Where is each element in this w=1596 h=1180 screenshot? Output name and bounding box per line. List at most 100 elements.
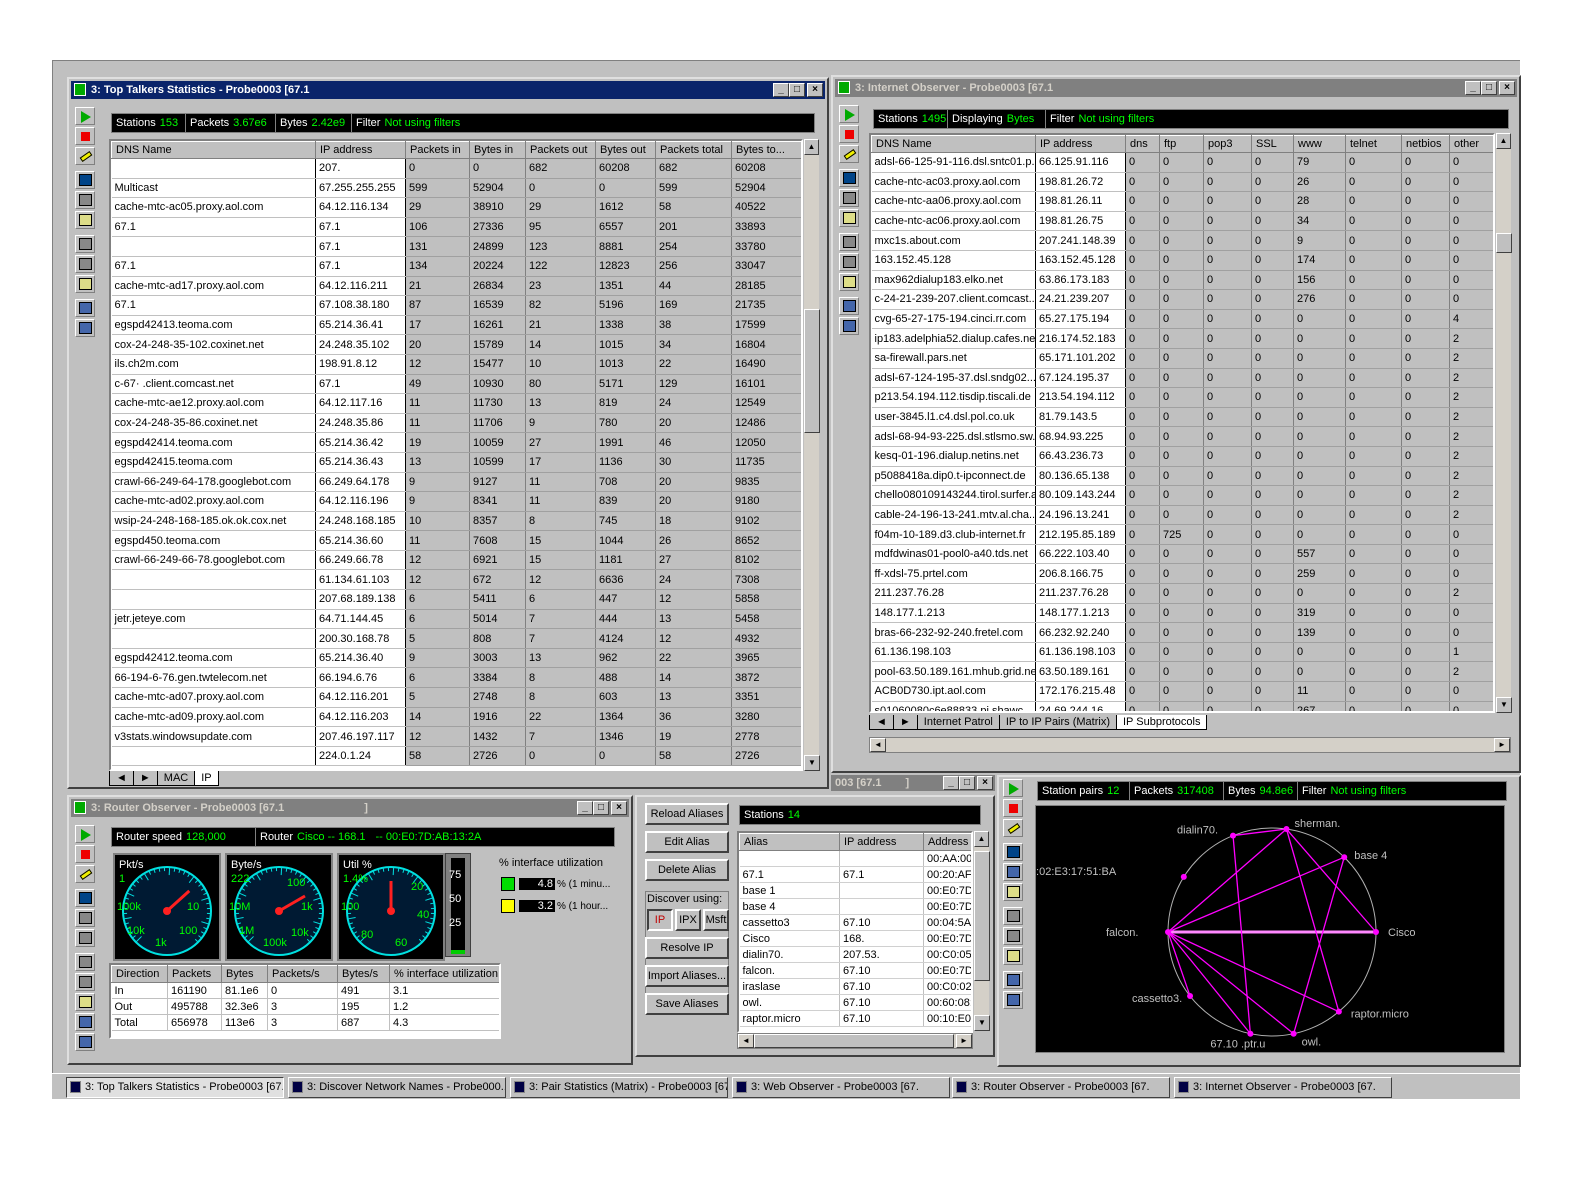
internet-observer-window[interactable]: 3: Internet Observer - Probe0003 [67.1 _… (831, 75, 1521, 773)
column-header[interactable]: telnet (1345, 135, 1402, 153)
maximize-button[interactable]: □ (593, 801, 609, 815)
export-icon[interactable] (75, 1033, 95, 1051)
zoom-icon[interactable] (1003, 907, 1023, 925)
column-header[interactable]: IP address (315, 141, 406, 159)
scroll-down-arrow[interactable]: ▼ (974, 1015, 990, 1031)
delete-alias-button[interactable]: Delete Alias (645, 859, 729, 881)
scroll-thumb[interactable] (804, 309, 820, 433)
column-header[interactable]: www (1293, 135, 1346, 153)
view-tabs[interactable]: ◄ ► MAC IP (109, 771, 219, 787)
start-icon[interactable] (75, 107, 95, 125)
table-row[interactable]: 200.30.168.78 5 808 7 4124 12 4932 (111, 628, 801, 649)
zoom-icon[interactable] (839, 233, 859, 251)
column-header[interactable]: pop3 (1203, 135, 1252, 153)
alias-table[interactable]: Alias IP address Address 00:AA:00 67.1 67.1 00… (737, 831, 973, 1033)
table-row[interactable]: iraslase 67.10 00:C0:02 (739, 978, 971, 995)
table-row[interactable]: 67.1 67.108.38.180 87 16539 82 5196 169 21735 (111, 295, 801, 316)
pair-link[interactable] (1167, 931, 1295, 1035)
filter-icon[interactable] (75, 299, 95, 317)
print-icon[interactable] (1003, 927, 1023, 945)
table-row[interactable]: cache-mtc-ad07.proxy.aol.com 64.12.116.20… (111, 687, 801, 708)
behind-window-title[interactable]: 003 [67.1] _ □ × (831, 775, 995, 791)
pair-link[interactable] (1167, 856, 1345, 933)
column-header[interactable]: ftp (1159, 135, 1204, 153)
pair-node[interactable] (1290, 1030, 1297, 1037)
matrix-icon[interactable] (1003, 863, 1023, 881)
table-row[interactable]: egspd42415.teoma.com 65.214.36.43 13 10599 1… (111, 452, 801, 473)
discover-ip-button[interactable]: IP (647, 909, 673, 931)
column-header[interactable]: Address (923, 833, 971, 851)
table-row[interactable]: 224.0.1.24 58 2726 0 0 58 2726 (111, 746, 801, 767)
router-stats-table[interactable]: Direction Packets Bytes Packets/s Bytes/s% i… (109, 963, 501, 1039)
import-aliases-button[interactable]: Import Aliases... (645, 965, 729, 987)
table-row[interactable]: cox-24-248-35-86.coxinet.net 24.248.35.86… (111, 413, 801, 434)
internet-observer-table[interactable]: DNS Name IP address dns ftp pop3 SSL www telnet… (869, 133, 1495, 713)
list-icon[interactable] (75, 929, 95, 947)
pair-node[interactable] (1230, 832, 1237, 839)
router-observer-window[interactable]: 3: Router Observer - Probe0003 [67.1] _ □… (67, 795, 633, 1065)
column-header[interactable]: Bytes (221, 965, 268, 983)
list-icon[interactable] (75, 211, 95, 229)
pair-link[interactable] (1167, 931, 1251, 1035)
table-row[interactable]: s01060080c6e88833.pi.shawc... 24.69.244.1… (871, 701, 1493, 711)
table-row[interactable]: base 4 00:E0:7D (739, 898, 971, 915)
table-row[interactable]: cvg-65-27-175-194.cinci.rr.com 65.27.175.… (871, 309, 1493, 330)
discover-msft-button[interactable]: Msft (703, 909, 729, 931)
scroll-left-arrow[interactable]: ◄ (738, 1034, 754, 1048)
copy-icon[interactable] (1003, 947, 1023, 965)
table-row[interactable]: cache-mtc-ad02.proxy.aol.com 64.12.116.19… (111, 491, 801, 512)
minimize-button[interactable]: _ (943, 776, 959, 790)
pair-matrix-graph[interactable]: sherman. base 4 Cisco raptor.micro owl. 67.10… (1024, 805, 1505, 1053)
table-row[interactable]: 67.1 67.1 134 20224 122 12823 256 33047 (111, 256, 801, 277)
reload-aliases-button[interactable]: Reload Aliases (645, 803, 729, 825)
minimize-button[interactable]: _ (577, 801, 593, 815)
horizontal-scrollbar[interactable]: ◄ ► (737, 1033, 973, 1049)
table-row[interactable]: chello080109143244.tirol.surfer.at 80.109… (871, 485, 1493, 506)
tab-scroll-right[interactable]: ► (132, 771, 158, 786)
column-header[interactable]: Packets in (405, 141, 470, 159)
pair-statistics-window[interactable]: Station pairs 12 Packets 317408 Bytes 94.8e6 F… (997, 775, 1521, 1067)
export-icon[interactable] (839, 317, 859, 335)
table-row[interactable]: ip183.adelphia52.dialup.cafes.net 216.174… (871, 328, 1493, 349)
graph-icon[interactable] (75, 171, 95, 189)
table-row[interactable]: 148.177.1.213 148.177.1.213 0 0 0 0 319 0 0 0 (871, 603, 1493, 624)
print-icon[interactable] (75, 973, 95, 991)
table-row[interactable]: crawl-66-249-66-78.googlebot.com 66.249.6… (111, 550, 801, 571)
table-row[interactable]: cache-ntc-ac03.proxy.aol.com 198.81.26.72… (871, 172, 1493, 193)
column-header[interactable]: Direction (111, 965, 168, 983)
table-row[interactable]: In 161190 81.1e6 0 491 3.1 (111, 982, 499, 999)
start-icon[interactable] (1003, 779, 1023, 797)
pair-node[interactable] (1247, 1030, 1254, 1037)
table-row[interactable]: ACB0D730.ipt.aol.com 172.176.215.48 0 0 0 0 11… (871, 681, 1493, 702)
table-row[interactable]: egspd42414.teoma.com 65.214.36.42 19 10059 2… (111, 432, 801, 453)
table-row[interactable]: 207. 0 0 682 60208 682 60208 (111, 158, 801, 179)
pair-link[interactable] (1285, 828, 1340, 1012)
pair-node[interactable] (1180, 873, 1187, 880)
taskbar-item[interactable]: 3: Router Observer - Probe0003 [67. (952, 1077, 1170, 1098)
close-button[interactable]: × (1499, 81, 1515, 95)
column-header[interactable]: Bytes to... (731, 141, 801, 159)
resolve-ip-button[interactable]: Resolve IP (645, 937, 729, 959)
filter-icon[interactable] (839, 297, 859, 315)
pair-node[interactable] (1165, 929, 1171, 935)
table-row[interactable]: cache-ntc-ac06.proxy.aol.com 198.81.26.75… (871, 211, 1493, 232)
tab-scroll-right[interactable]: ► (892, 715, 918, 730)
export-icon[interactable] (75, 319, 95, 337)
table-row[interactable]: base 1 00:E0:7D (739, 882, 971, 899)
column-header[interactable]: dns (1125, 135, 1160, 153)
table-row[interactable]: wsip-24-248-168-185.ok.ok.cox.net 24.248.… (111, 511, 801, 532)
clear-icon[interactable] (1003, 819, 1023, 837)
taskbar-item[interactable]: 3: Pair Statistics (Matrix) - Probe0003 … (510, 1077, 728, 1098)
clear-icon[interactable] (75, 147, 95, 165)
minimize-button[interactable]: _ (773, 83, 789, 97)
table-row[interactable]: adsl-67-124-195-37.dsl.sndg02.... 67.124.… (871, 368, 1493, 389)
table-row[interactable]: mxc1s.about.com 207.241.148.39 0 0 0 0 9 0 0 0 (871, 230, 1493, 251)
copy-icon[interactable] (75, 275, 95, 293)
table-row[interactable]: cache-mtc-ad17.proxy.aol.com 64.12.116.21… (111, 276, 801, 297)
column-header[interactable]: Packets out (525, 141, 596, 159)
scroll-right-arrow[interactable]: ► (956, 1034, 972, 1048)
graph-icon[interactable] (75, 889, 95, 907)
table-row[interactable]: 67.1 67.1 106 27336 95 6557 201 33893 (111, 217, 801, 238)
column-header[interactable]: other (1449, 135, 1493, 153)
table-row[interactable]: mdfdwinas01-pool0-a40.tds.net 66.222.103.… (871, 544, 1493, 565)
